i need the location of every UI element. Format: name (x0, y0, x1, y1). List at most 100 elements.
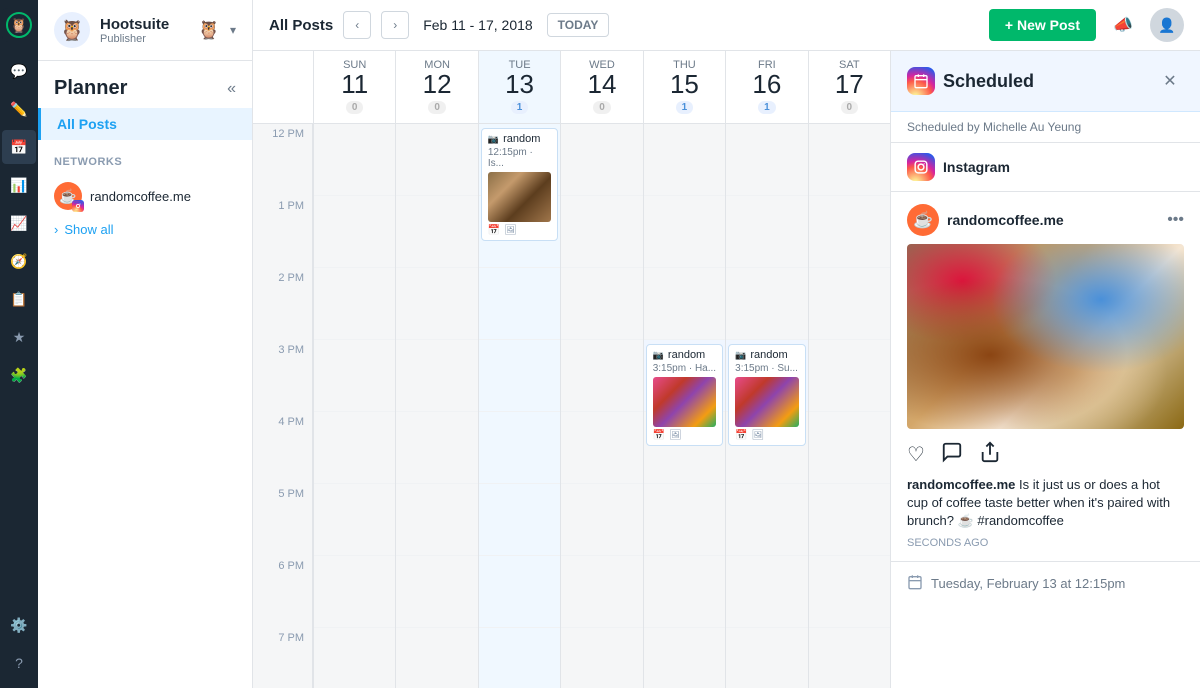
sun-4pm[interactable] (314, 412, 395, 484)
new-post-button[interactable]: + New Post (989, 9, 1096, 41)
sat-7pm[interactable] (809, 628, 890, 688)
post-ig-icon2: 📷 (653, 350, 664, 361)
fri-6pm[interactable] (726, 556, 807, 628)
thu-5pm[interactable] (644, 484, 725, 556)
sun-12pm[interactable] (314, 124, 395, 196)
post-account: random (503, 133, 540, 145)
post-ig-icon3: 📷 (735, 350, 746, 361)
time-12pm: 12 PM (253, 124, 313, 196)
user-avatar[interactable]: 👤 (1150, 8, 1184, 42)
tue-4pm[interactable] (479, 412, 560, 484)
show-all-link[interactable]: › Show all (38, 216, 252, 243)
instagram-badge (72, 200, 84, 212)
settings-icon[interactable]: ⚙️ (2, 608, 36, 642)
fri-12pm[interactable] (726, 124, 807, 196)
tue-3pm[interactable] (479, 340, 560, 412)
fri-1pm[interactable] (726, 196, 807, 268)
wed-4pm[interactable] (561, 412, 642, 484)
next-week-button[interactable]: › (381, 11, 409, 39)
sat-3pm[interactable] (809, 340, 890, 412)
wed-6pm[interactable] (561, 556, 642, 628)
today-button[interactable]: TODAY (547, 13, 610, 37)
content-icon[interactable]: ★ (2, 320, 36, 354)
thu-3pm[interactable]: 📷 random 3:15pm · Ha... 📅 🖼 (644, 340, 725, 412)
tue-5pm[interactable] (479, 484, 560, 556)
sun-2pm[interactable] (314, 268, 395, 340)
post-account3: random (750, 349, 787, 361)
tue-6pm[interactable] (479, 556, 560, 628)
sat-2pm[interactable] (809, 268, 890, 340)
assignments-icon[interactable]: 📋 (2, 282, 36, 316)
fri-2pm[interactable] (726, 268, 807, 340)
wed-2pm[interactable] (561, 268, 642, 340)
collapse-button[interactable]: « (227, 80, 236, 98)
thu-2pm[interactable] (644, 268, 725, 340)
sun-7pm[interactable] (314, 628, 395, 688)
more-options-button[interactable]: ••• (1167, 211, 1184, 229)
thu-4pm[interactable] (644, 412, 725, 484)
tue-7pm[interactable] (479, 628, 560, 688)
sun-5pm[interactable] (314, 484, 395, 556)
wed-12pm[interactable] (561, 124, 642, 196)
tue-12pm[interactable]: 📷 random 12:15pm · Is... 📅 🖼 (479, 124, 560, 196)
mon-2pm[interactable] (396, 268, 477, 340)
wed-3pm[interactable] (561, 340, 642, 412)
share-button[interactable] (979, 441, 1001, 468)
planner-icon[interactable]: 📅 (2, 130, 36, 164)
mon-1pm[interactable] (396, 196, 477, 268)
wed-1pm[interactable] (561, 196, 642, 268)
sat-6pm[interactable] (809, 556, 890, 628)
apps-icon[interactable]: 🧩 (2, 358, 36, 392)
fri-4pm[interactable] (726, 412, 807, 484)
notifications-button[interactable]: 📣 (1106, 8, 1140, 42)
chevron-right-icon: › (54, 222, 58, 237)
tue-2pm[interactable] (479, 268, 560, 340)
mon-4pm[interactable] (396, 412, 477, 484)
sat-1pm[interactable] (809, 196, 890, 268)
compose-icon[interactable]: ✏️ (2, 92, 36, 126)
mon-12pm[interactable] (396, 124, 477, 196)
network-item[interactable]: ☕ r (38, 176, 252, 216)
sun-6pm[interactable] (314, 556, 395, 628)
prev-week-button[interactable]: ‹ (343, 11, 371, 39)
all-posts-filter[interactable]: All Posts (269, 17, 333, 34)
mon-6pm[interactable] (396, 556, 477, 628)
comment-button[interactable] (941, 441, 963, 468)
listen-icon[interactable]: 🧭 (2, 244, 36, 278)
day-col-sun (313, 124, 395, 688)
mon-3pm[interactable] (396, 340, 477, 412)
wed-7pm[interactable] (561, 628, 642, 688)
show-all-label: Show all (64, 222, 113, 237)
mon-5pm[interactable] (396, 484, 477, 556)
app-logo[interactable]: 🦉 (2, 8, 36, 42)
sun-3pm[interactable] (314, 340, 395, 412)
nav-all-posts[interactable]: All Posts (38, 108, 252, 140)
post-actions: ♡ (907, 437, 1184, 472)
fri-5pm[interactable] (726, 484, 807, 556)
scheduled-panel: Scheduled ✕ Scheduled by Michelle Au Yeu… (890, 51, 1200, 688)
like-button[interactable]: ♡ (907, 442, 925, 467)
fri-3pm[interactable]: 📷 random 3:15pm · Su... 📅 🖼 (726, 340, 807, 412)
scheduled-calendar-icon (907, 67, 935, 95)
fri-7pm[interactable] (726, 628, 807, 688)
mon-7pm[interactable] (396, 628, 477, 688)
wed-5pm[interactable] (561, 484, 642, 556)
sat-12pm[interactable] (809, 124, 890, 196)
thu-7pm[interactable] (644, 628, 725, 688)
close-panel-button[interactable]: ✕ (1156, 67, 1184, 95)
thu-1pm[interactable] (644, 196, 725, 268)
messages-icon[interactable]: 💬 (2, 54, 36, 88)
analytics-icon[interactable]: 📊 (2, 168, 36, 202)
tue-1pm[interactable] (479, 196, 560, 268)
owl-emoji[interactable]: 🦉 (198, 20, 220, 41)
chevron-down-icon[interactable]: ▾ (230, 23, 236, 37)
sat-4pm[interactable] (809, 412, 890, 484)
thu-6pm[interactable] (644, 556, 725, 628)
thu-12pm[interactable] (644, 124, 725, 196)
help-icon[interactable]: ? (2, 646, 36, 680)
insights-icon[interactable]: 📈 (2, 206, 36, 240)
sun-1pm[interactable] (314, 196, 395, 268)
network-name: randomcoffee.me (90, 189, 191, 204)
sat-5pm[interactable] (809, 484, 890, 556)
date-range: Feb 11 - 17, 2018 (423, 17, 532, 33)
